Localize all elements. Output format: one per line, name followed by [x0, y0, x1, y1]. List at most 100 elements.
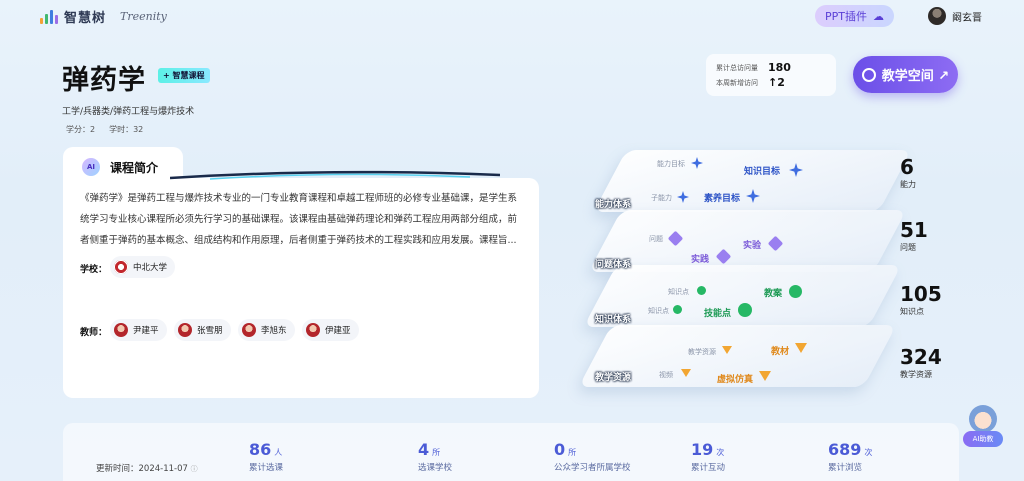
- info-icon[interactable]: ⓘ: [191, 465, 198, 473]
- week-visits-label: 本周新增访问: [716, 78, 758, 87]
- node-label: 实验: [743, 241, 762, 251]
- teacher-name: 张雪朋: [197, 326, 223, 336]
- node-label: 教学资源: [688, 348, 716, 356]
- ai-icon: AI: [82, 158, 100, 176]
- circle-icon: [738, 303, 752, 317]
- stat-value: 6: [900, 155, 914, 179]
- bottom-stat-label: 累计互动: [691, 463, 726, 473]
- teacher-avatar: [178, 323, 192, 337]
- node-label: 知识点: [668, 288, 689, 296]
- school-seal-icon: [114, 260, 128, 274]
- node-label: 虚拟仿真: [717, 375, 754, 385]
- credits-value: 学分：2: [66, 125, 96, 134]
- school-chip[interactable]: 中北大学: [110, 256, 176, 278]
- bottom-stat: 86 人 累计选课: [249, 440, 283, 473]
- teacher-name: 伊建亚: [325, 326, 351, 336]
- bottom-stat-value: 4: [418, 440, 430, 459]
- school-name: 中北大学: [133, 263, 168, 273]
- decorative-swoosh: [170, 170, 500, 180]
- node-label: 视频: [659, 371, 673, 379]
- teacher-chip[interactable]: 李旭东: [238, 319, 295, 341]
- teaching-space-button[interactable]: 教学空间 ↗: [853, 56, 958, 93]
- stat-question: 51 问题: [900, 218, 928, 253]
- bottom-stat-unit: 次: [864, 448, 873, 457]
- week-visits-value: ↑2: [768, 76, 785, 89]
- knowledge-plate[interactable]: [583, 265, 902, 327]
- bottom-stat-unit: 所: [568, 448, 577, 457]
- user-name: 阚玄晋: [952, 12, 982, 24]
- bottom-stat: 689 次 累计浏览: [828, 440, 872, 473]
- stat-value: 105: [900, 282, 942, 306]
- ability-plate[interactable]: [593, 150, 912, 212]
- node-label: 实践: [691, 255, 710, 265]
- teacher-avatar: [242, 323, 256, 337]
- ppt-plugin-button[interactable]: PPT插件 ☁: [815, 5, 894, 27]
- node-label: 问题: [649, 235, 663, 243]
- stat-resource: 324 教学资源: [900, 345, 942, 380]
- bottom-stat-unit: 次: [716, 448, 725, 457]
- node-label: 能力目标: [657, 160, 685, 168]
- stat-ability: 6 能力: [900, 155, 916, 190]
- resource-label: 教学资源: [595, 373, 632, 383]
- update-time-text: 更新时间：2024-11-07: [96, 464, 188, 474]
- bottom-stat-value: 86: [249, 440, 272, 459]
- course-title: 弹药学: [62, 65, 146, 96]
- bottom-stat-label: 累计浏览: [828, 463, 863, 473]
- stat-knowledge: 105 知识点: [900, 282, 942, 317]
- teacher-chip[interactable]: 伊建亚: [302, 319, 359, 341]
- stat-value: 51: [900, 218, 928, 242]
- node-label: 素养目标: [704, 194, 741, 204]
- ai-assistant-label: AI助教: [963, 431, 1003, 447]
- cloud-icon: ☁: [873, 9, 884, 23]
- ai-assistant-button[interactable]: AI助教: [963, 405, 1003, 449]
- bottom-stat-label: 选课学校: [418, 463, 453, 473]
- node-label: 教材: [771, 347, 790, 357]
- bottom-stat-unit: 人: [274, 448, 283, 457]
- stat-label: 能力: [900, 180, 916, 189]
- teacher-chip[interactable]: 张雪朋: [174, 319, 231, 341]
- question-label: 问题体系: [595, 260, 632, 270]
- avatar: [928, 7, 946, 25]
- bottom-stat-unit: 所: [432, 448, 441, 457]
- bottom-stat: 19 次 累计互动: [691, 440, 725, 473]
- node-label: 子能力: [651, 194, 672, 202]
- stat-value: 324: [900, 345, 942, 369]
- course-tag: + 智慧课程: [158, 68, 210, 83]
- node-label: 知识目标: [744, 167, 781, 177]
- teacher-name: 尹建平: [133, 326, 159, 336]
- logo[interactable]: 智慧树 Treenity: [40, 7, 167, 26]
- bottom-stat-label: 累计选课: [249, 463, 284, 473]
- circle-icon: [697, 286, 706, 295]
- logo-sub: Treenity: [120, 10, 167, 23]
- globe-icon: [861, 67, 876, 82]
- update-time: 更新时间：2024-11-07 ⓘ: [96, 462, 198, 474]
- bottom-stat: 0所 公众学习者所属学校: [554, 440, 631, 473]
- ppt-plugin-label: PPT插件: [825, 10, 867, 23]
- total-visits-label: 累计总访问量: [716, 63, 758, 72]
- school-label: 学校：: [80, 265, 108, 275]
- logo-icon: [40, 9, 58, 24]
- top-bar: 智慧树 Treenity PPT插件 ☁ 阚玄晋: [0, 0, 1024, 34]
- bottom-stat-label: 公众学习者所属学校: [554, 463, 631, 473]
- breadcrumb: 工学/兵器类/弹药工程与爆炸技术: [62, 107, 195, 117]
- bottom-stat-value: 0: [554, 440, 566, 459]
- hours-value: 学时：32: [109, 125, 144, 134]
- teacher-avatar: [114, 323, 128, 337]
- logo-text: 智慧树: [64, 11, 107, 26]
- bottom-stat-value: 19: [691, 440, 714, 459]
- teaching-space-label: 教学空间 ↗: [881, 69, 950, 84]
- user-menu[interactable]: 阚玄晋: [928, 7, 982, 25]
- course-credits: 学分：2 学时：32: [66, 124, 143, 135]
- bottom-stat: 4所 选课学校: [418, 440, 452, 473]
- teacher-chip[interactable]: 尹建平: [110, 319, 167, 341]
- stat-label: 教学资源: [900, 370, 932, 379]
- stat-label: 问题: [900, 243, 916, 252]
- circle-icon: [789, 285, 802, 298]
- visit-stats: 累计总访问量 180 本周新增访问 ↑2: [706, 54, 836, 96]
- intro-title: 课程简介: [110, 161, 159, 175]
- assistant-avatar-icon: [969, 405, 997, 433]
- teacher-label: 教师：: [80, 328, 108, 338]
- circle-icon: [673, 305, 682, 314]
- course-layer-diagram: 能力体系 问题体系 知识体系 教学资源 能力目标 知识目标 子能力 素养目标 问…: [560, 140, 912, 410]
- intro-text: 《弹药学》是弹药工程与爆炸技术专业的一门专业教育课程和卓越工程师班的必修专业基础…: [80, 193, 518, 246]
